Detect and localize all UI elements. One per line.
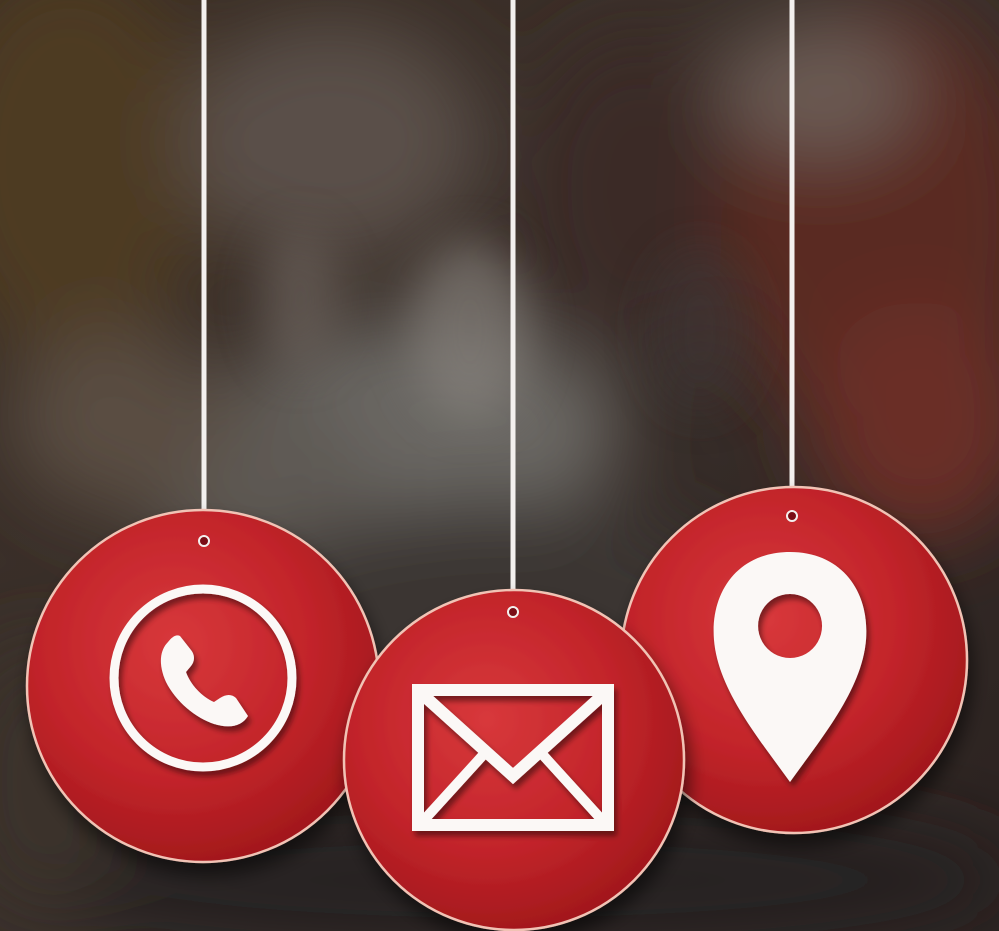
phone-tag [25,508,381,864]
contact-tags-scene [0,0,999,931]
scene-canvas [0,0,999,931]
mail-tag [342,588,686,931]
